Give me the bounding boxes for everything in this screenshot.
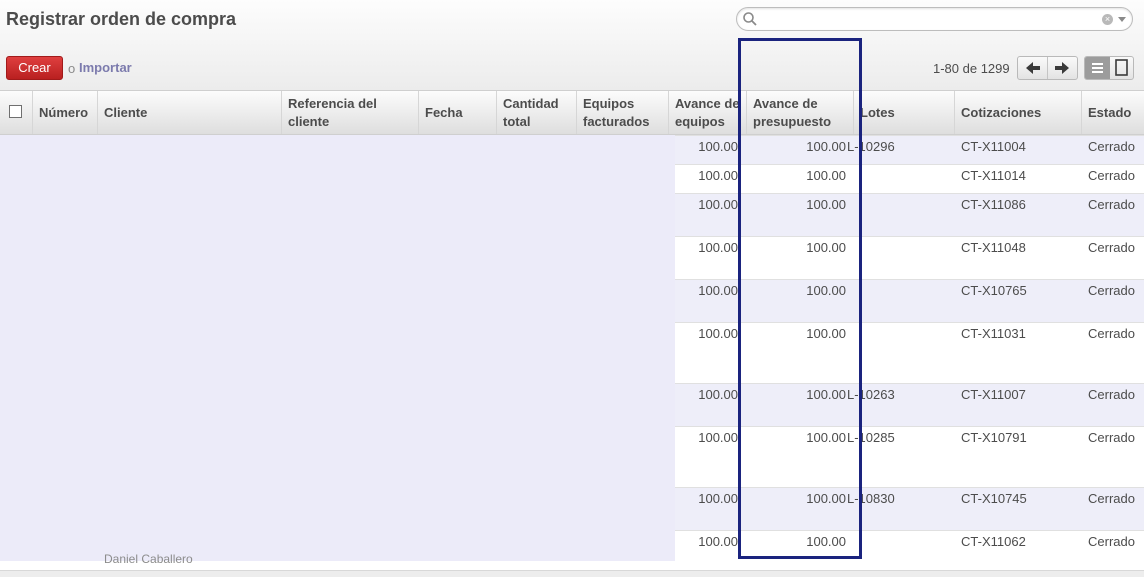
column-numero[interactable]: Número xyxy=(32,91,98,134)
search-box[interactable]: × xyxy=(736,7,1133,31)
column-estado[interactable]: Estado xyxy=(1081,91,1144,134)
list-view-icon xyxy=(1092,63,1103,73)
cell-cotizacion[interactable]: CT-X11062 xyxy=(961,534,1071,549)
select-all-checkbox[interactable] xyxy=(9,105,22,118)
cell-avance-equipos[interactable]: 100.00 xyxy=(675,240,738,255)
column-equipos-facturados[interactable]: Equipos facturados xyxy=(576,91,669,134)
prev-icon[interactable] xyxy=(1025,61,1041,75)
import-link[interactable]: Importar xyxy=(79,60,132,75)
form-view-button[interactable] xyxy=(1110,57,1133,79)
cell-avance-equipos[interactable]: 100.00 xyxy=(675,168,738,183)
cell-avance-equipos[interactable]: 100.00 xyxy=(675,387,738,402)
cell-avance-equipos[interactable]: 100.00 xyxy=(675,491,738,506)
search-icon xyxy=(743,12,757,26)
cell-estado[interactable]: Cerrado xyxy=(1088,491,1144,506)
column-fecha[interactable]: Fecha xyxy=(418,91,497,134)
cell-cotizacion[interactable]: CT-X11004 xyxy=(961,139,1071,154)
cell-estado[interactable]: Cerrado xyxy=(1088,283,1144,298)
cell-estado[interactable]: Cerrado xyxy=(1088,139,1144,154)
cell-avance-equipos[interactable]: 100.00 xyxy=(675,430,738,445)
clear-icon[interactable]: × xyxy=(1102,14,1113,25)
cell-cotizacion[interactable]: CT-X10745 xyxy=(961,491,1071,506)
cell-avance-equipos[interactable]: 100.00 xyxy=(675,283,738,298)
control-panel: Registrar orden de compra × Crear o Impo… xyxy=(0,0,1144,91)
cell-cotizacion[interactable]: CT-X11048 xyxy=(961,240,1071,255)
next-icon[interactable] xyxy=(1054,61,1070,75)
dropdown-icon[interactable] xyxy=(1118,17,1126,22)
cell-cotizacion[interactable]: CT-X10791 xyxy=(961,430,1071,445)
cell-lotes[interactable]: L-10263 xyxy=(847,387,947,402)
search-input[interactable] xyxy=(759,10,1103,30)
cell-cotizacion[interactable]: CT-X11086 xyxy=(961,197,1071,212)
cell-estado[interactable]: Cerrado xyxy=(1088,240,1144,255)
cell-avance-equipos[interactable]: 100.00 xyxy=(675,534,738,549)
pager-buttons xyxy=(1017,56,1078,80)
column-avance-equipos[interactable]: Avance de equipos xyxy=(668,91,747,134)
pager-value[interactable]: 1-80 de 1299 xyxy=(933,61,1010,76)
cell-estado[interactable]: Cerrado xyxy=(1088,430,1144,445)
form-view-icon xyxy=(1115,59,1128,76)
cell-estado[interactable]: Cerrado xyxy=(1088,168,1144,183)
create-button[interactable]: Crear xyxy=(6,56,63,80)
cell-estado[interactable]: Cerrado xyxy=(1088,387,1144,402)
page-title: Registrar orden de compra xyxy=(6,9,237,29)
cell-cotizacion[interactable]: CT-X11031 xyxy=(961,326,1071,341)
cell-lotes[interactable]: L-10296 xyxy=(847,139,947,154)
column-cantidad-total[interactable]: Cantidad total xyxy=(496,91,577,134)
view-switcher xyxy=(1084,56,1134,80)
cell-cotizacion[interactable]: CT-X10765 xyxy=(961,283,1071,298)
list-view-button[interactable] xyxy=(1085,57,1110,79)
cell-avance-equipos[interactable]: 100.00 xyxy=(675,326,738,341)
or-label: o xyxy=(68,61,76,76)
cell-estado[interactable]: Cerrado xyxy=(1088,197,1144,212)
column-referencia[interactable]: Referencia del cliente xyxy=(281,91,419,134)
column-cliente[interactable]: Cliente xyxy=(97,91,282,134)
cell-cotizacion[interactable]: CT-X11014 xyxy=(961,168,1071,183)
table-header: Número Cliente Referencia del cliente Fe… xyxy=(0,91,1144,135)
cell-lotes[interactable]: L-10285 xyxy=(847,430,947,445)
pager-divider xyxy=(1047,57,1048,79)
highlight-box xyxy=(738,38,862,559)
column-cotizaciones[interactable]: Cotizaciones xyxy=(954,91,1082,134)
cell-estado[interactable]: Cerrado xyxy=(1088,326,1144,341)
cell-avance-equipos[interactable]: 100.00 xyxy=(675,139,738,154)
cell-estado[interactable]: Cerrado xyxy=(1088,534,1144,549)
column-lotes[interactable]: Lotes xyxy=(853,91,955,134)
masked-area xyxy=(0,135,675,561)
cell-cotizacion[interactable]: CT-X11007 xyxy=(961,387,1071,402)
partial-row-text: Daniel Caballero xyxy=(104,552,193,566)
cell-lotes[interactable]: L-10830 xyxy=(847,491,947,506)
cell-avance-equipos[interactable]: 100.00 xyxy=(675,197,738,212)
